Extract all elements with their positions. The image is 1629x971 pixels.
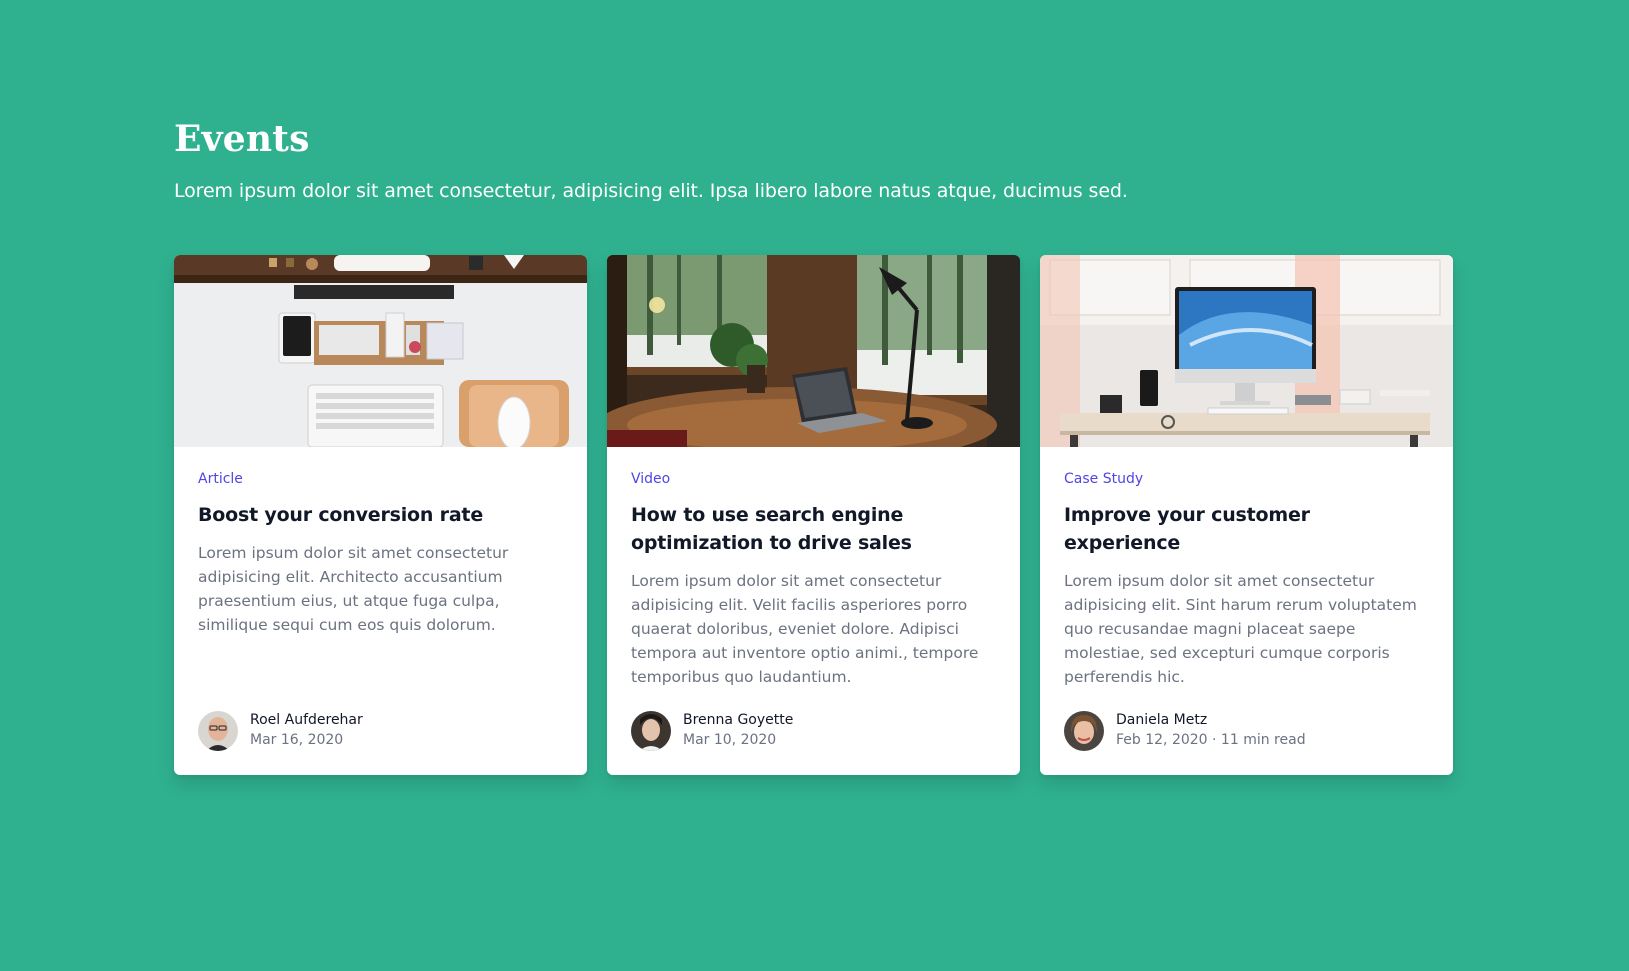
card-description: Lorem ipsum dolor sit amet consectetur a… — [1064, 572, 1417, 686]
author-name[interactable]: Daniela Metz — [1116, 712, 1207, 728]
card-title[interactable]: Improve your customer experience — [1064, 501, 1432, 557]
card-category[interactable]: Article — [198, 471, 566, 487]
card-body: Case Study Improve your customer experie… — [1064, 471, 1432, 689]
card-description: Lorem ipsum dolor sit amet consectetur a… — [198, 544, 509, 634]
card-grid: Article Boost your conversion rate Lorem… — [174, 255, 1454, 775]
card-author: Brenna Goyette Mar 10, 2020 — [631, 711, 999, 751]
author-name[interactable]: Brenna Goyette — [683, 712, 793, 728]
window-desk-photo — [607, 255, 1020, 447]
card-image-desk[interactable] — [174, 255, 587, 447]
post-date-read-time: Feb 12, 2020 · 11 min read — [1116, 732, 1306, 748]
avatar[interactable] — [631, 711, 671, 751]
card-category[interactable]: Video — [631, 471, 999, 487]
card-image-imac[interactable] — [1040, 255, 1453, 447]
card-author: Roel Aufderehar Mar 16, 2020 — [198, 711, 566, 751]
event-card-case-study[interactable]: Case Study Improve your customer experie… — [1040, 255, 1453, 775]
post-date: Mar 16, 2020 — [250, 732, 344, 748]
author-name[interactable]: Roel Aufderehar — [250, 712, 363, 728]
card-image-window[interactable] — [607, 255, 1020, 447]
card-description: Lorem ipsum dolor sit amet consectetur a… — [631, 572, 979, 686]
avatar[interactable] — [1064, 711, 1104, 751]
imac-desk-photo — [1040, 255, 1453, 447]
post-date: Mar 10, 2020 — [683, 732, 777, 748]
card-body: Video How to use search engine optimizat… — [631, 471, 999, 689]
avatar[interactable] — [198, 711, 238, 751]
event-card-article[interactable]: Article Boost your conversion rate Lorem… — [174, 255, 587, 775]
card-title[interactable]: How to use search engine optimization to… — [631, 501, 999, 557]
card-title[interactable]: Boost your conversion rate — [198, 501, 566, 529]
desk-photo — [174, 255, 587, 447]
event-card-video[interactable]: Video How to use search engine optimizat… — [607, 255, 1020, 775]
page-subtitle: Lorem ipsum dolor sit amet consectetur, … — [174, 180, 1128, 202]
card-body: Article Boost your conversion rate Lorem… — [198, 471, 566, 637]
card-category[interactable]: Case Study — [1064, 471, 1432, 487]
card-author: Daniela Metz Feb 12, 2020 · 11 min read — [1064, 711, 1432, 751]
page-title: Events — [174, 118, 310, 160]
